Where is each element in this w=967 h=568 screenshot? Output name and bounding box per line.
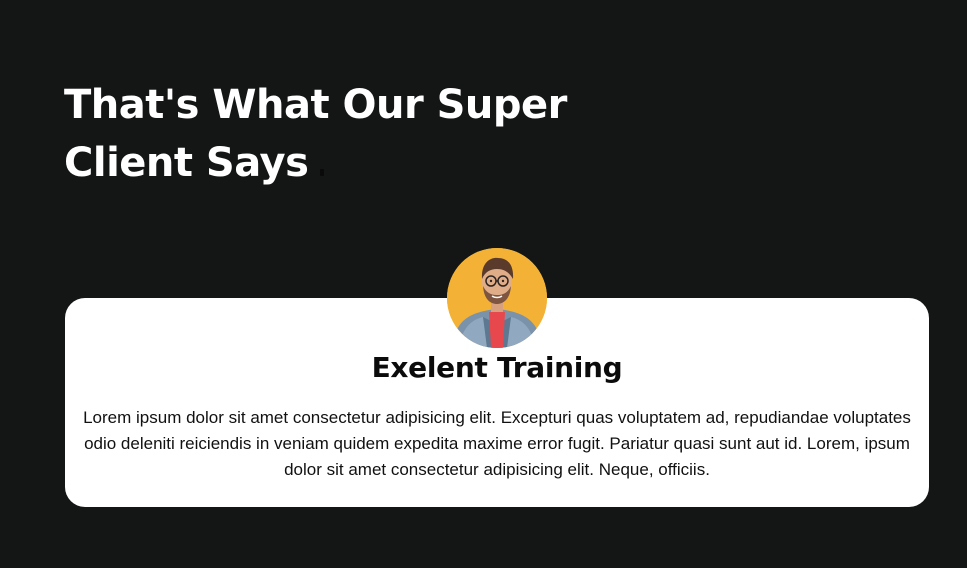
section-title: That's What Our Super Client Says [64,76,584,192]
testimonial-title: Exelent Training [371,351,623,384]
section-title-line-1: That's What Our Super [64,82,567,128]
testimonial-text: Lorem ipsum dolor sit amet consectetur a… [83,408,911,479]
section-title-line-2: Client Says [64,140,309,186]
client-avatar-photo [447,248,547,348]
decorative-dot [320,169,324,176]
client-avatar [447,248,547,348]
